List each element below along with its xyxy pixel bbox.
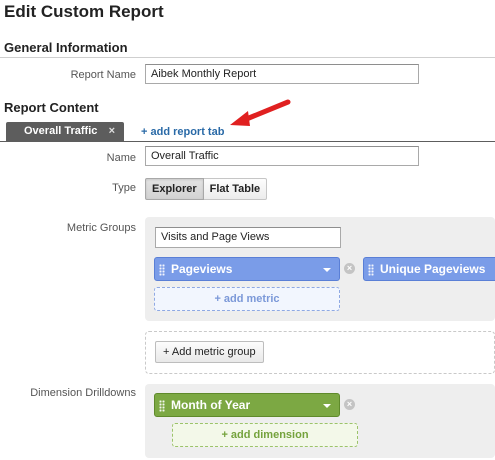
type-explorer-button[interactable]: Explorer	[145, 178, 204, 200]
dimension-chip-month-of-year[interactable]: Month of Year	[154, 393, 340, 417]
report-name-label: Report Name	[70, 69, 136, 81]
caret-down-icon[interactable]	[323, 404, 331, 408]
metric-chip-unique-pageviews[interactable]: Unique Pageviews	[363, 257, 495, 281]
drag-grip-icon[interactable]	[159, 264, 165, 276]
red-arrow-icon	[230, 99, 291, 126]
type-label: Type	[112, 182, 136, 194]
page-title: Edit Custom Report	[4, 2, 164, 21]
metric-groups-label: Metric Groups	[66, 222, 136, 234]
tab-label: Overall Traffic	[24, 125, 98, 137]
drag-grip-icon[interactable]	[159, 400, 165, 412]
type-toggle: Explorer Flat Table	[145, 178, 268, 200]
remove-circle-icon[interactable]: ×	[344, 399, 355, 410]
general-information-heading: General Information	[4, 40, 128, 55]
metric-chip-pageviews[interactable]: Pageviews	[154, 257, 340, 281]
metric-group-name-field[interactable]: Visits and Page Views	[155, 227, 341, 248]
report-name-field[interactable]: Aibek Monthly Report	[145, 64, 419, 84]
add-metric-group-button[interactable]: + Add metric group	[155, 341, 264, 363]
dimension-chip-label: Month of Year	[171, 398, 251, 412]
tab-strip-line	[0, 141, 495, 142]
metric-chip-label: Pageviews	[171, 262, 233, 276]
add-metric-button[interactable]: + add metric	[154, 287, 340, 311]
dimension-drilldowns-label: Dimension Drilldowns	[30, 387, 136, 399]
section-divider	[0, 57, 495, 58]
type-flat-table-button[interactable]: Flat Table	[203, 178, 268, 200]
add-dimension-button[interactable]: + add dimension	[172, 423, 358, 447]
tab-close-icon[interactable]: ×	[109, 125, 115, 137]
remove-circle-icon[interactable]: ×	[344, 263, 355, 274]
tab-name-label: Name	[106, 152, 136, 164]
report-content-heading: Report Content	[4, 100, 99, 115]
tab-overall-traffic[interactable]: Overall Traffic ×	[6, 122, 124, 141]
add-report-tab-link[interactable]: + add report tab	[141, 126, 224, 138]
drag-grip-icon[interactable]	[368, 264, 374, 276]
tab-name-field[interactable]: Overall Traffic	[145, 146, 419, 166]
caret-down-icon[interactable]	[323, 268, 331, 272]
metric-chip-label: Unique Pageviews	[380, 262, 486, 276]
